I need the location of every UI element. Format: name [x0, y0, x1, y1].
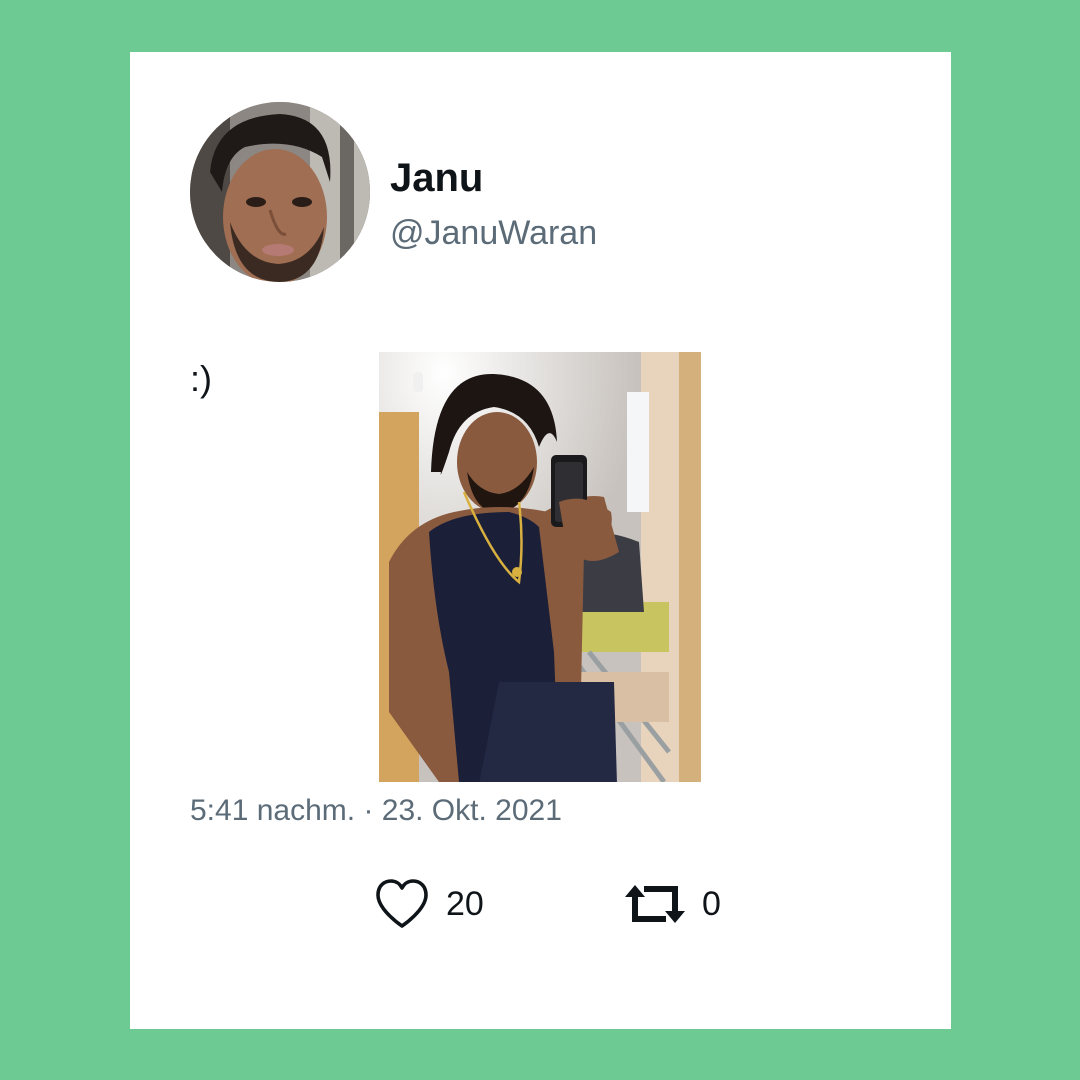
- likes-count: 20: [446, 885, 484, 923]
- avatar-photo-icon: [190, 102, 370, 282]
- retweet-action[interactable]: 0: [622, 878, 721, 930]
- tweet-photo[interactable]: [379, 352, 701, 782]
- like-action[interactable]: 20: [374, 878, 484, 930]
- author-display-name[interactable]: Janu: [390, 154, 483, 202]
- retweet-icon[interactable]: [622, 878, 688, 930]
- tweet-card: Janu @JanuWaran :) 5:41 nachm. · 23. Okt…: [130, 52, 951, 1029]
- author-handle[interactable]: @JanuWaran: [390, 212, 597, 254]
- tweet-timestamp[interactable]: 5:41 nachm. · 23. Okt. 2021: [190, 792, 562, 830]
- author-avatar[interactable]: [190, 102, 370, 282]
- tweet-text: :): [190, 358, 212, 399]
- heart-icon[interactable]: [374, 878, 430, 930]
- retweets-count: 0: [702, 885, 721, 923]
- mirror-selfie-photo-icon: [379, 352, 701, 782]
